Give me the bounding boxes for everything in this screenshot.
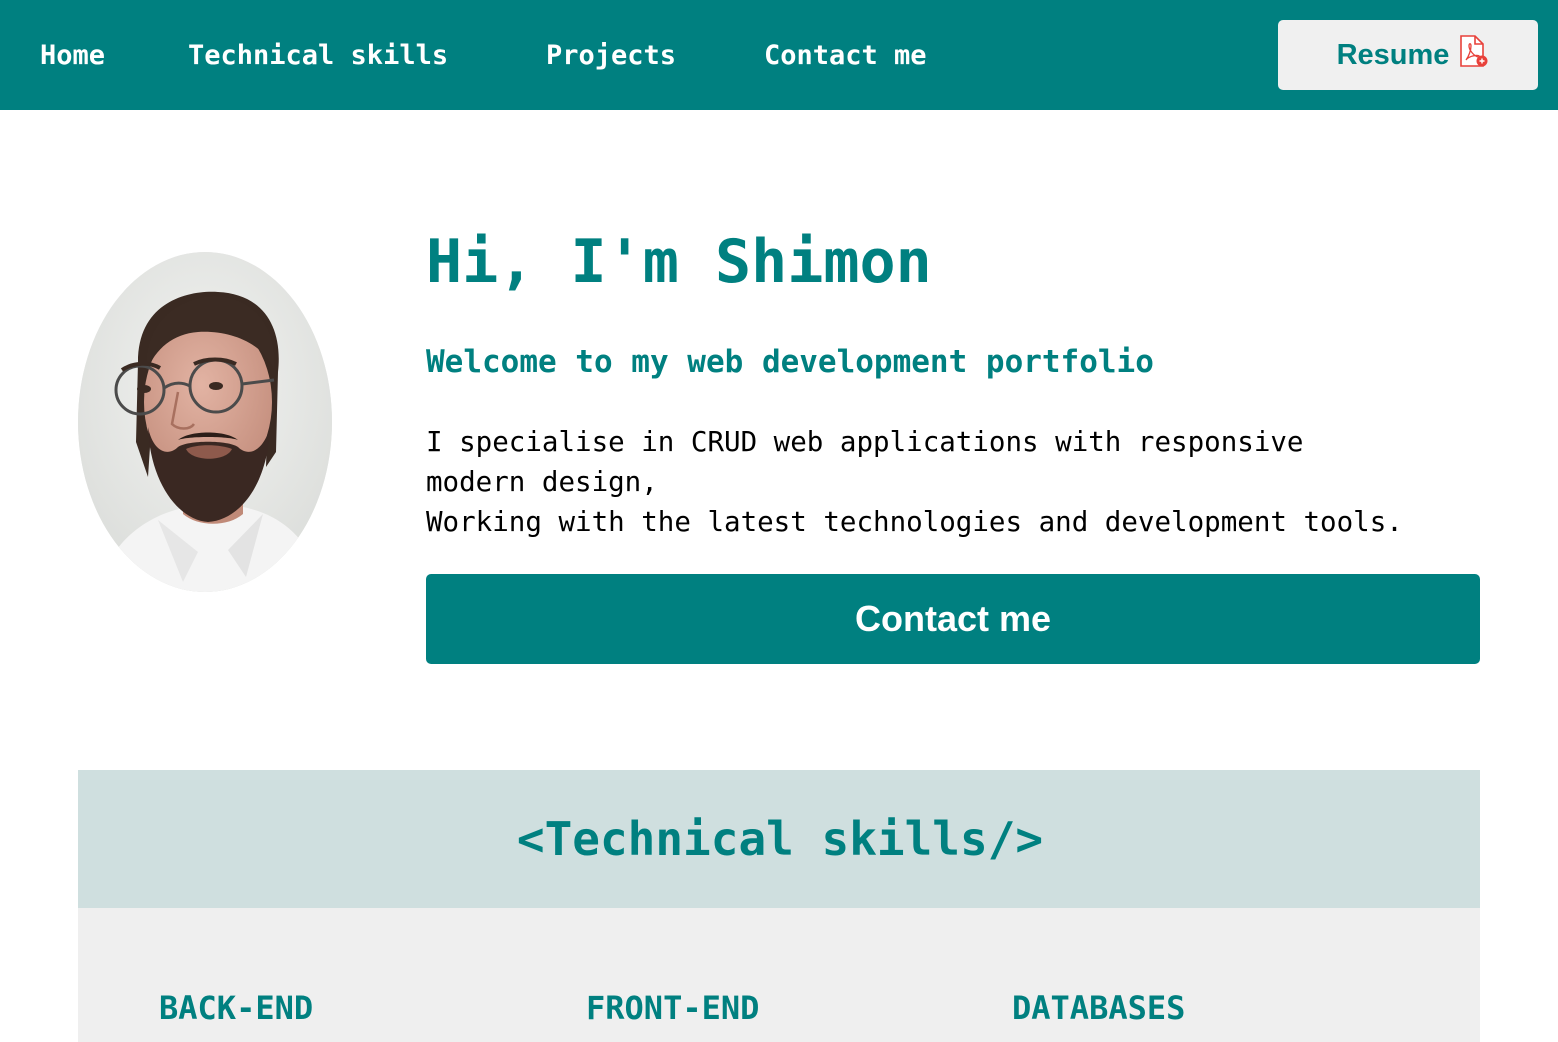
resume-button-label: Resume bbox=[1336, 38, 1450, 71]
skills-section-header: <Technical skills/> bbox=[78, 770, 1480, 908]
nav-link-projects[interactable]: Projects bbox=[546, 38, 676, 74]
top-navbar: Home Technical skills Projects Contact m… bbox=[0, 0, 1558, 110]
skills-column-front-end: FRONT-END bbox=[586, 989, 760, 1027]
hero-description: I specialise in CRUD web applications wi… bbox=[426, 422, 1506, 542]
nav-link-home[interactable]: Home bbox=[40, 38, 105, 74]
hero-title: Hi, I'm Shimon bbox=[426, 227, 932, 297]
skills-section-title: <Technical skills/> bbox=[516, 812, 1044, 866]
nav-link-contact-me[interactable]: Contact me bbox=[764, 38, 927, 74]
hero-description-line: modern design, bbox=[426, 466, 658, 498]
skills-section-body: BACK-END FRONT-END DATABASES bbox=[78, 908, 1480, 1042]
resume-button[interactable]: Resume bbox=[1278, 20, 1538, 90]
hero-description-line: I specialise in CRUD web applications wi… bbox=[426, 426, 1304, 458]
hero-description-line: Working with the latest technologies and… bbox=[426, 506, 1403, 538]
skills-column-databases: DATABASES bbox=[1012, 989, 1186, 1027]
hero-subtitle: Welcome to my web development portfolio bbox=[426, 344, 1154, 380]
contact-me-button[interactable]: Contact me bbox=[426, 574, 1480, 664]
nav-link-technical-skills[interactable]: Technical skills bbox=[188, 38, 448, 74]
pdf-icon bbox=[1457, 34, 1489, 68]
skills-column-back-end: BACK-END bbox=[159, 989, 314, 1027]
profile-avatar bbox=[78, 252, 332, 592]
